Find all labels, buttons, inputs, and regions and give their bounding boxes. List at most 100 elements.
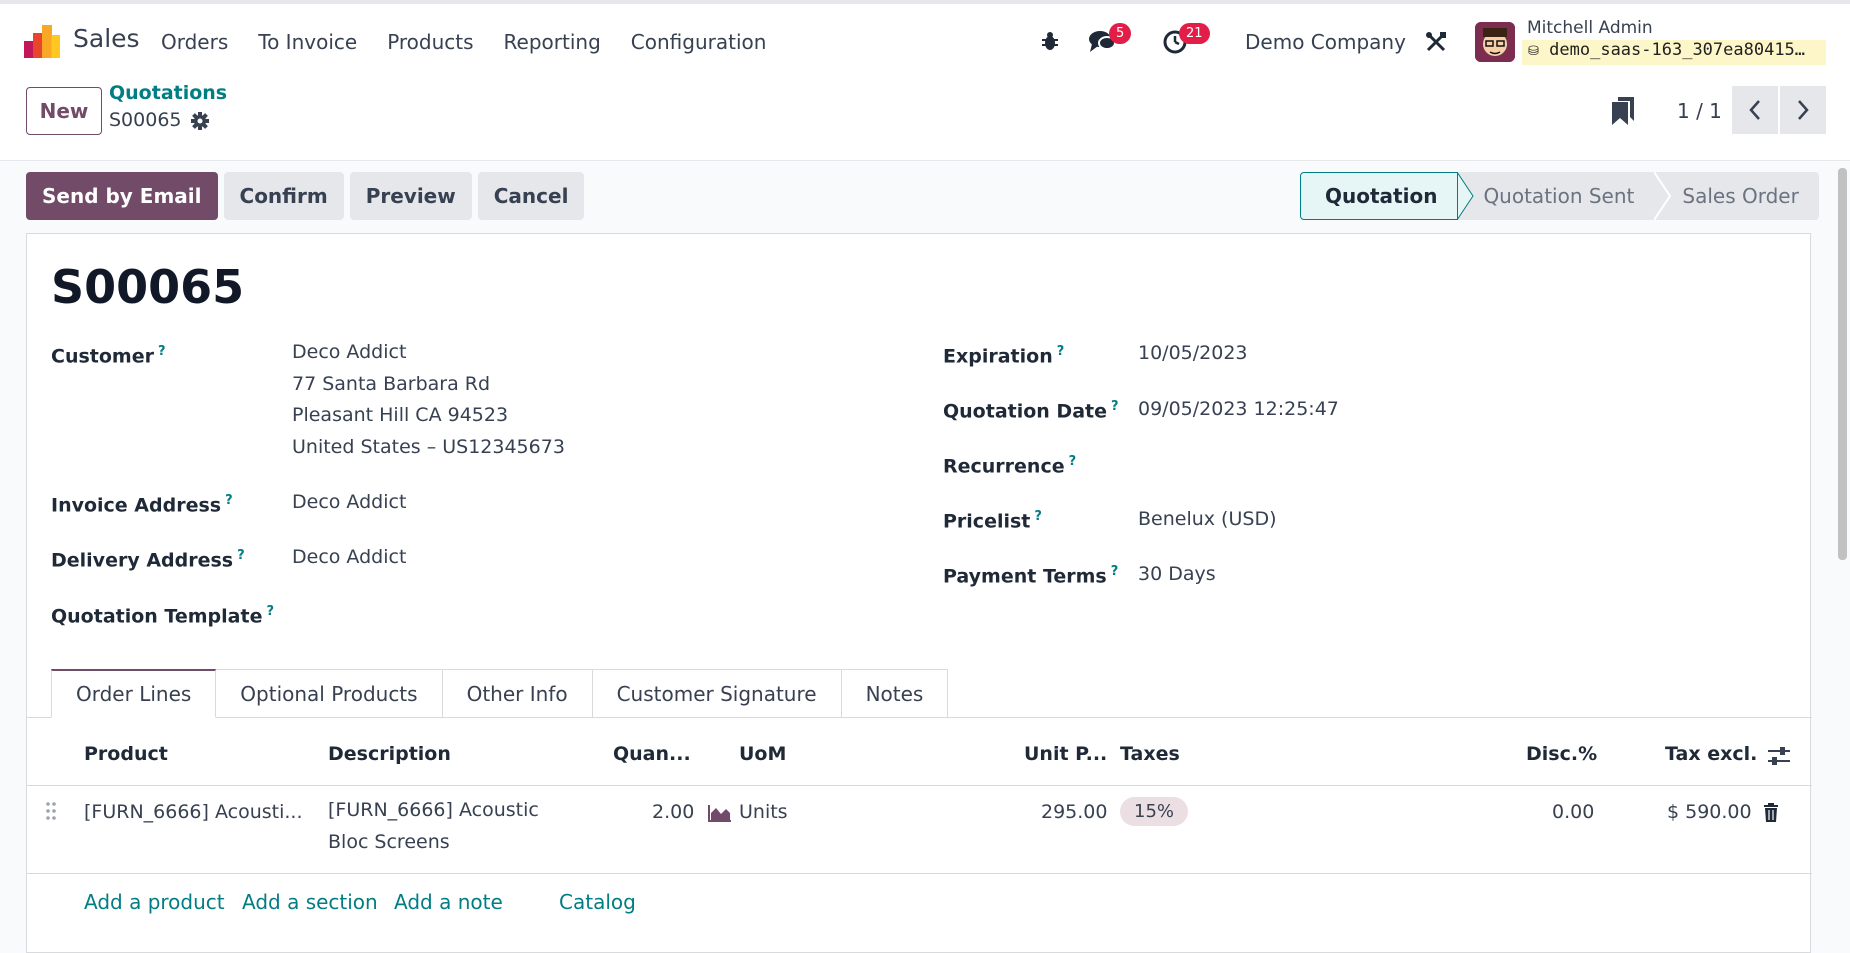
- help-icon: ?: [1068, 454, 1077, 469]
- stage-quotation-sent[interactable]: Quotation Sent: [1475, 172, 1655, 220]
- help-icon: ?: [225, 493, 233, 508]
- line-quantity[interactable]: 2.00: [652, 801, 694, 823]
- col-quantity[interactable]: Quan...: [613, 743, 691, 765]
- help-icon: ?: [1111, 399, 1119, 414]
- action-buttons: Send by Email Confirm Preview Cancel: [26, 172, 585, 220]
- line-tax-tag[interactable]: 15%: [1120, 797, 1189, 826]
- add-section-link[interactable]: Add a section: [242, 890, 378, 914]
- sales-app-icon[interactable]: [24, 25, 60, 58]
- gear-icon[interactable]: [190, 111, 210, 131]
- new-button[interactable]: New: [26, 87, 102, 135]
- delivery-address-label: Delivery Address?: [51, 548, 245, 572]
- optional-columns-icon[interactable]: [1767, 745, 1791, 767]
- help-icon: ?: [157, 344, 166, 359]
- col-product[interactable]: Product: [84, 743, 168, 765]
- customer-country: United States – US12345673: [292, 435, 565, 458]
- add-note-link[interactable]: Add a note: [394, 890, 503, 914]
- control-panel: New Quotations S00065 1 / 1: [0, 77, 1850, 161]
- confirm-button[interactable]: Confirm: [223, 172, 344, 220]
- stage-arrow: [1457, 172, 1476, 220]
- stage-sales-order[interactable]: Sales Order: [1672, 172, 1819, 220]
- user-avatar[interactable]: [1475, 22, 1515, 62]
- customer-label: Customer?: [51, 344, 166, 368]
- customer-field[interactable]: Deco Addict 77 Santa Barbara Rd Pleasant…: [292, 337, 565, 463]
- add-product-link[interactable]: Add a product: [84, 890, 225, 914]
- line-product[interactable]: [FURN_6666] Acousti...: [84, 801, 303, 823]
- line-unit-price[interactable]: 295.00: [1041, 801, 1107, 823]
- quotation-date-label: Quotation Date?: [943, 399, 1119, 423]
- row-divider: [27, 873, 1812, 874]
- menu-products[interactable]: Products: [387, 30, 473, 54]
- quotation-template-label: Quotation Template?: [51, 604, 274, 628]
- pager-next-button[interactable]: [1780, 86, 1826, 134]
- activities-badge: 21: [1179, 23, 1210, 44]
- customer-street: 77 Santa Barbara Rd: [292, 372, 491, 395]
- line-description[interactable]: [FURN_6666] Acoustic Bloc Screens: [328, 795, 539, 858]
- trash-icon[interactable]: [1763, 803, 1779, 822]
- pricelist-label: Pricelist?: [943, 509, 1042, 533]
- tab-order-lines[interactable]: Order Lines: [51, 669, 217, 718]
- database-label: demo_saas-163_307ea80415…: [1549, 40, 1806, 60]
- help-icon: ?: [1034, 509, 1042, 524]
- cancel-button[interactable]: Cancel: [477, 172, 585, 220]
- pricelist-field[interactable]: Benelux (USD): [1138, 504, 1276, 536]
- preview-button[interactable]: Preview: [349, 172, 472, 220]
- tab-optional-products[interactable]: Optional Products: [216, 669, 443, 718]
- menu-orders[interactable]: Orders: [161, 30, 228, 54]
- line-subtotal: $ 590.00: [1667, 801, 1752, 823]
- bookmark-icon[interactable]: [1612, 97, 1634, 125]
- col-taxes[interactable]: Taxes: [1120, 743, 1180, 765]
- tab-other-info[interactable]: Other Info: [442, 669, 593, 718]
- tab-notes[interactable]: Notes: [841, 669, 949, 718]
- pager-previous-button[interactable]: [1732, 86, 1778, 134]
- invoice-address-field[interactable]: Deco Addict: [292, 487, 406, 519]
- payment-terms-field[interactable]: 30 Days: [1138, 559, 1216, 591]
- send-by-email-button[interactable]: Send by Email: [26, 172, 218, 220]
- messages-badge: 5: [1109, 23, 1132, 44]
- delivery-address-field[interactable]: Deco Addict: [292, 542, 406, 574]
- expiration-label: Expiration?: [943, 344, 1065, 368]
- debug-bug-icon[interactable]: [1039, 30, 1061, 52]
- company-switcher[interactable]: Demo Company: [1245, 30, 1406, 54]
- database-name: ⛁ demo_saas-163_307ea80415…: [1522, 40, 1826, 65]
- database-icon: ⛁: [1528, 44, 1539, 59]
- line-description-1: [FURN_6666] Acoustic: [328, 799, 539, 821]
- expiration-field[interactable]: 10/05/2023: [1138, 338, 1248, 370]
- stage-arrow: [1654, 172, 1673, 220]
- breadcrumb-quotations[interactable]: Quotations: [109, 82, 227, 104]
- help-icon: ?: [1056, 344, 1065, 359]
- line-uom[interactable]: Units: [739, 801, 788, 823]
- help-icon: ?: [237, 548, 245, 563]
- header-divider: [27, 785, 1812, 786]
- col-discount[interactable]: Disc.%: [1526, 743, 1597, 765]
- col-tax-excl[interactable]: Tax excl.: [1665, 743, 1757, 765]
- chevron-right-icon: [1798, 100, 1809, 120]
- breadcrumb-current: S00065: [109, 109, 182, 131]
- tab-customer-signature[interactable]: Customer Signature: [592, 669, 842, 718]
- customer-name: Deco Addict: [292, 341, 407, 363]
- settings-tools-icon[interactable]: [1424, 30, 1448, 54]
- menu-to-invoice[interactable]: To Invoice: [258, 30, 357, 54]
- col-unit-price[interactable]: Unit P...: [1024, 743, 1107, 765]
- menu-configuration[interactable]: Configuration: [631, 30, 767, 54]
- form-sheet: S00065 Customer? Deco Addict 77 Santa Ba…: [26, 233, 1812, 953]
- forecast-chart-icon[interactable]: [708, 804, 732, 822]
- menu-reporting[interactable]: Reporting: [504, 30, 601, 54]
- user-name[interactable]: Mitchell Admin: [1527, 18, 1653, 38]
- col-uom[interactable]: UoM: [739, 743, 786, 765]
- app-name[interactable]: Sales: [73, 24, 140, 53]
- page-scrollbar[interactable]: [1838, 168, 1847, 560]
- line-discount[interactable]: 0.00: [1552, 801, 1594, 823]
- drag-handle-icon[interactable]: [45, 801, 57, 821]
- recurrence-label: Recurrence?: [943, 454, 1077, 478]
- record-title: S00065: [51, 260, 245, 314]
- pager-value[interactable]: 1 / 1: [1677, 99, 1722, 123]
- stage-quotation[interactable]: Quotation: [1300, 172, 1459, 220]
- help-icon: ?: [266, 604, 274, 619]
- line-description-2: Bloc Screens: [328, 830, 450, 853]
- notebook-tabs: Order Lines Optional Products Other Info…: [51, 669, 949, 718]
- catalog-link[interactable]: Catalog: [559, 890, 636, 914]
- col-description[interactable]: Description: [328, 743, 451, 765]
- quotation-date-field[interactable]: 09/05/2023 12:25:47: [1138, 394, 1339, 426]
- main-menu: Orders To Invoice Products Reporting Con…: [161, 30, 796, 54]
